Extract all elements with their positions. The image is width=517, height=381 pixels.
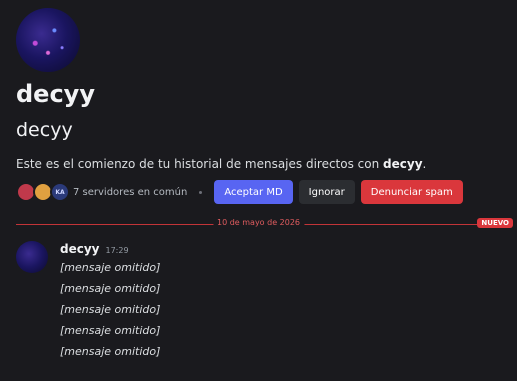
ignore-button[interactable]: Ignorar (298, 180, 355, 204)
message-line: [mensaje omitido] (60, 324, 161, 337)
message-line: [mensaje omitido] (60, 282, 161, 295)
message-content: [mensaje omitido] [mensaje omitido] [men… (60, 260, 160, 365)
message-timestamp: 17:29 (105, 246, 129, 255)
message-line: [mensaje omitido] (60, 261, 161, 274)
message-header: decyy 17:29 (60, 242, 129, 256)
dm-intro-text: Este es el comienzo de tu historial de m… (16, 157, 427, 171)
divider-date: 10 de mayo de 2026 (212, 218, 305, 227)
report-spam-button[interactable]: Denunciar spam (360, 180, 463, 204)
mutual-servers[interactable]: KA 7 servidores en común (16, 182, 187, 202)
profile-avatar[interactable] (16, 8, 80, 72)
new-messages-divider: 10 de mayo de 2026 NUEVO (16, 218, 513, 228)
dm-request-bar: KA 7 servidores en común Aceptar MD Igno… (16, 180, 463, 204)
message-author[interactable]: decyy (60, 242, 100, 256)
separator-dot (199, 190, 203, 194)
new-badge: NUEVO (477, 218, 513, 228)
mutual-servers-count[interactable]: 7 servidores en común (73, 187, 187, 198)
profile-display-name: decyy (16, 80, 95, 108)
profile-username: decyy (16, 119, 73, 141)
message-line: [mensaje omitido] (60, 303, 161, 316)
message-line: [mensaje omitido] (60, 345, 161, 358)
message-avatar[interactable] (16, 241, 48, 273)
intro-username: decyy (383, 157, 423, 171)
accept-dm-button[interactable]: Aceptar MD (214, 180, 293, 204)
server-icon: KA (50, 182, 70, 202)
